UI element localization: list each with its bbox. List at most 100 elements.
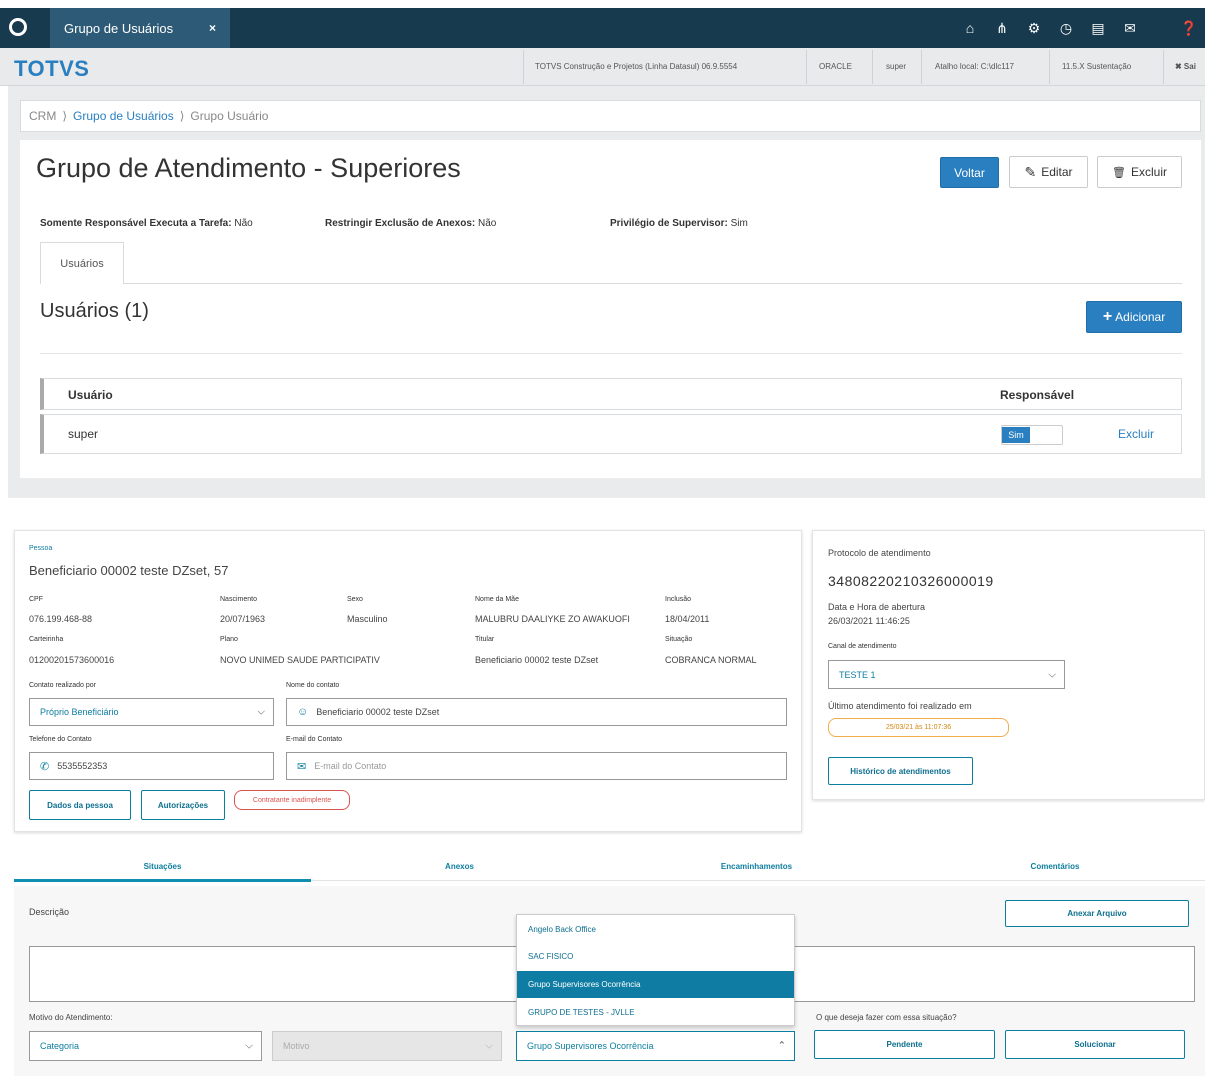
tab-label: Grupo de Usuários [64,20,174,36]
attach-file-button[interactable]: Anexar Arquivo [1005,900,1189,927]
label-phone: Telefone do Contato [29,736,92,743]
contact-name-value: Beneficiario 00002 teste DZset [316,707,440,717]
reason-select[interactable]: Motivo ⌵ [272,1031,502,1061]
gear-icon[interactable]: ⚙ [1018,8,1050,48]
authorizations-button[interactable]: Autorizações [141,790,225,820]
page-title: Grupo de Atendimento - Superiores [36,153,461,183]
person-data-button[interactable]: Dados da pessoa [29,790,131,820]
label-contact-name: Nome do contato [286,682,340,689]
label-plan: Plano [220,636,238,643]
header-user: super [886,62,907,71]
tab-situacoes[interactable]: Situações [14,862,311,871]
tab-divider [40,283,1182,284]
group-select-value: Grupo Supervisores Ocorrência [527,1041,654,1051]
add-user-button[interactable]: + Adicionar [1086,301,1182,333]
exit-link[interactable]: ✖ Sai [1175,62,1196,71]
chevron-down-icon: ⌵ [1048,669,1056,680]
header-divider [523,50,524,84]
brand-logo: TOTVS [14,56,90,81]
history-button[interactable]: Histórico de atendimentos [828,757,973,785]
totvs-logo-icon[interactable] [9,18,27,36]
header-database: ORACLE [819,62,852,71]
header-company: TOTVS Construção e Projetos (Linha Datas… [535,62,738,71]
plus-icon: + [1102,308,1113,325]
value-birth: 20/07/1963 [220,614,266,624]
meta-supervisor: Privilégio de Supervisor: Sim [610,218,748,229]
email-field[interactable]: ✉ E-mail do Contato [286,752,787,780]
delete-button[interactable]: 🗑 Excluir [1097,156,1182,188]
contact-name-field[interactable]: ☺ Beneficiario 00002 teste DZset [286,698,787,726]
tab-comentarios[interactable]: Comentários [905,862,1205,871]
value-inclusion: 18/04/2011 [665,614,710,624]
document-icon[interactable]: ▤ [1082,8,1114,48]
description-label: Descrição [29,907,70,917]
trash-icon: 🗑 [1112,166,1126,179]
dropdown-option[interactable]: Angelo Back Office [517,916,794,943]
opened-label: Data e Hora de abertura [828,602,926,612]
dropdown-option[interactable]: SAC FISICO [517,943,794,970]
add-user-button-label: Adicionar [1115,310,1166,324]
channel-select[interactable]: TESTE 1 ⌵ [828,660,1065,689]
label-cpf: CPF [29,596,43,603]
label-birth: Nascimento [220,596,257,603]
value-holder: Beneficiario 00002 teste DZset [475,655,599,665]
meta-label: Restringir Exclusão de Anexos: [325,218,476,229]
breadcrumb-grupo-usuarios[interactable]: Grupo de Usuários [73,109,174,123]
value-sex: Masculino [347,614,388,624]
home-icon[interactable]: ⌂ [954,8,986,48]
header-divider [872,50,873,84]
pending-button[interactable]: Pendente [814,1030,995,1059]
chevron-down-icon: ⌵ [485,1040,493,1052]
column-header-usuario: Usuário [68,388,113,402]
clock-icon[interactable]: ◷ [1050,8,1082,48]
dropdown-option[interactable]: GRUPO DE TESTES - JVLLE [517,999,794,1026]
envelope-icon: ✉ [297,760,307,773]
value-status: COBRANCA NORMAL [665,655,757,665]
tab-encaminhamentos[interactable]: Encaminhamentos [608,862,905,871]
dropdown-option-selected[interactable]: Grupo Supervisores Ocorrência [517,971,794,998]
email-placeholder: E-mail do Contato [314,761,387,771]
last-attendance-label: Último atendimento foi realizado em [828,701,972,711]
breadcrumb-separator-icon: ⟩ [62,109,68,123]
tab-close-icon[interactable]: × [209,21,216,35]
meta-label: Privilégio de Supervisor: [610,218,728,229]
mail-icon[interactable]: ✉ [1114,8,1146,48]
channel-label: Canal de atendimento [828,643,897,650]
defaulting-badge: Contratante inadimplente [234,790,350,810]
value-plan: NOVO UNIMED SAUDE PARTICIPATIV [220,655,380,665]
meta-value: Não [478,218,497,229]
label-contact-by: Contato realizado por [29,682,96,689]
value-card: 01200201573600016 [29,655,115,665]
delete-user-link[interactable]: Excluir [1118,427,1154,441]
category-select[interactable]: Categoria ⌵ [29,1031,262,1061]
opened-value: 26/03/2021 11:46:25 [828,616,910,626]
label-mother: Nome da Mãe [475,596,519,603]
label-holder: Titular [475,636,495,643]
help-icon[interactable]: ❓ [1173,8,1205,48]
meta-responsible: Somente Responsável Executa a Tarefa: Nã… [40,218,253,229]
user-name-cell: super [68,427,99,441]
tab-grupo-usuarios[interactable]: Grupo de Usuários × [50,8,230,48]
group-select[interactable]: Grupo Supervisores Ocorrência ⌃ [516,1031,795,1061]
solve-button[interactable]: Solucionar [1005,1030,1185,1059]
header-divider [921,50,922,84]
phone-field[interactable]: ✆ 5535552353 [29,752,274,780]
reason-label: Motivo do Atendimento: [29,1013,113,1022]
sitemap-icon[interactable]: ⋔ [986,8,1018,48]
tab-usuarios[interactable]: Usuários [40,242,124,284]
breadcrumb-crm[interactable]: CRM [29,109,56,123]
person-name: Beneficiario 00002 teste DZset, 57 [29,563,229,578]
contact-by-value: Próprio Beneficiário [40,707,119,717]
person-icon: ☺ [297,706,309,718]
tab-anexos[interactable]: Anexos [311,862,608,871]
edit-button-label: Editar [1041,165,1073,179]
header-divider [1049,50,1050,84]
protocol-label: Protocolo de atendimento [828,548,931,558]
edit-button[interactable]: ✎ Editar [1009,156,1088,188]
breadcrumb-current: Grupo Usuário [190,109,269,123]
last-attendance-badge: 25/03/21 às 11:07:36 [828,718,1009,737]
back-button[interactable]: Voltar [940,157,999,188]
chevron-down-icon: ⌵ [257,706,265,718]
label-status: Situação [665,636,693,643]
contact-by-select[interactable]: Próprio Beneficiário ⌵ [29,698,274,726]
